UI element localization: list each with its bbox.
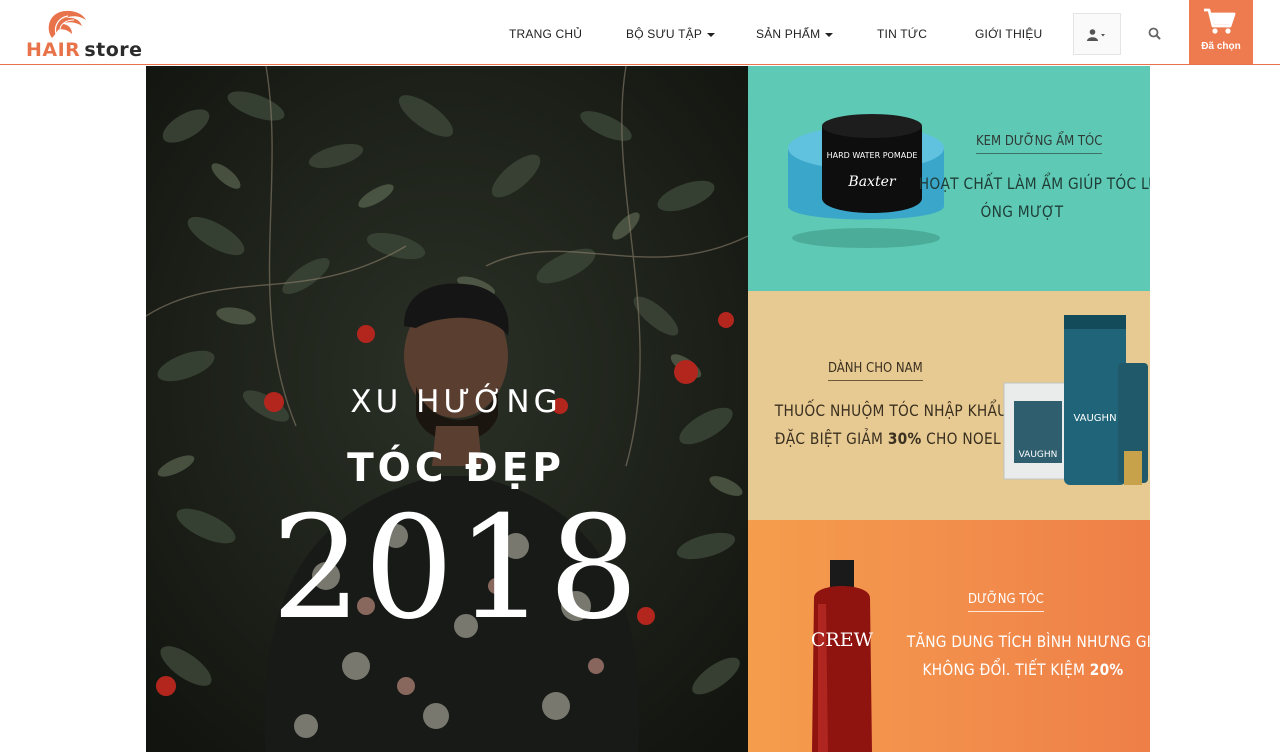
promo-banner-moisturizer[interactable]: HARD WATER POMADE Baxter KEM DƯỠNG ẨM TÓ… <box>748 66 1150 291</box>
promo-banner-mens[interactable]: DÀNH CHO NAM THUỐC NHUỘM TÓC NHẬP KHẨU Đ… <box>748 291 1150 520</box>
chevron-down-icon <box>707 32 716 37</box>
promo-headline: TĂNG DUNG TÍCH BÌNH NHƯNG GIÁ KHÔNG ĐỔI.… <box>906 632 1150 679</box>
search-icon <box>1148 27 1161 40</box>
svg-text:CREW: CREW <box>811 629 874 651</box>
hero-year: 2018 <box>271 486 641 651</box>
promo-headline: THUỐC NHUỘM TÓC NHẬP KHẨU ĐẶC BIỆT GIẢM … <box>774 401 1008 448</box>
promo-banner-conditioner[interactable]: CREW DƯỠNG TÓC TĂNG DUNG TÍCH BÌNH NHƯNG… <box>748 520 1150 752</box>
cart-button[interactable]: Đã chọn <box>1189 0 1253 64</box>
hero-title: TÓC ĐẸP <box>347 446 565 491</box>
user-icon <box>1087 29 1105 41</box>
hero-banner[interactable]: XU HƯỚNG TÓC ĐẸP 2018 <box>146 66 748 752</box>
cart-icon <box>1204 8 1236 34</box>
nav-about[interactable]: GIỚI THIỆU <box>975 27 1042 41</box>
crew-bottle-image: CREW <box>811 560 874 752</box>
nav-home[interactable]: TRANG CHỦ <box>509 27 582 41</box>
chevron-down-icon <box>825 32 834 37</box>
promo-tag: DƯỠNG TÓC <box>968 592 1044 612</box>
promo-tag: KEM DƯỠNG ẨM TÓC <box>976 134 1103 154</box>
nav-collections[interactable]: BỘ SƯU TẬP <box>626 27 716 41</box>
brand-name: HAIR store <box>26 39 143 61</box>
vaughn-products-image: VAUGHN VAUGHN <box>1003 315 1148 485</box>
svg-text:VAUGHN: VAUGHN <box>1019 450 1058 460</box>
pomade-label-text: HARD WATER POMADE <box>827 151 918 160</box>
nav-news[interactable]: TIN TỨC <box>877 27 927 41</box>
promo-headline: HOẠT CHẤT LÀM ẨM GIÚP TÓC LUÔN ÓNG MƯỢT <box>918 174 1150 221</box>
brand-logo[interactable]: HAIR store <box>26 6 142 62</box>
hair-logo-icon <box>48 10 86 38</box>
pomade-brand-text: Baxter <box>847 174 896 190</box>
site-header: HAIR store TRANG CHỦ BỘ SƯU TẬP SẢN PHẨM … <box>0 0 1280 65</box>
promo-tag: DÀNH CHO NAM <box>828 361 923 381</box>
svg-text:VAUGHN: VAUGHN <box>1073 413 1116 424</box>
cart-label: Đã chọn <box>1201 41 1241 52</box>
nav-products[interactable]: SẢN PHẨM <box>756 27 834 41</box>
user-menu-button[interactable] <box>1073 13 1121 55</box>
hero-kicker: XU HƯỚNG <box>350 384 562 420</box>
search-button[interactable] <box>1146 25 1164 43</box>
